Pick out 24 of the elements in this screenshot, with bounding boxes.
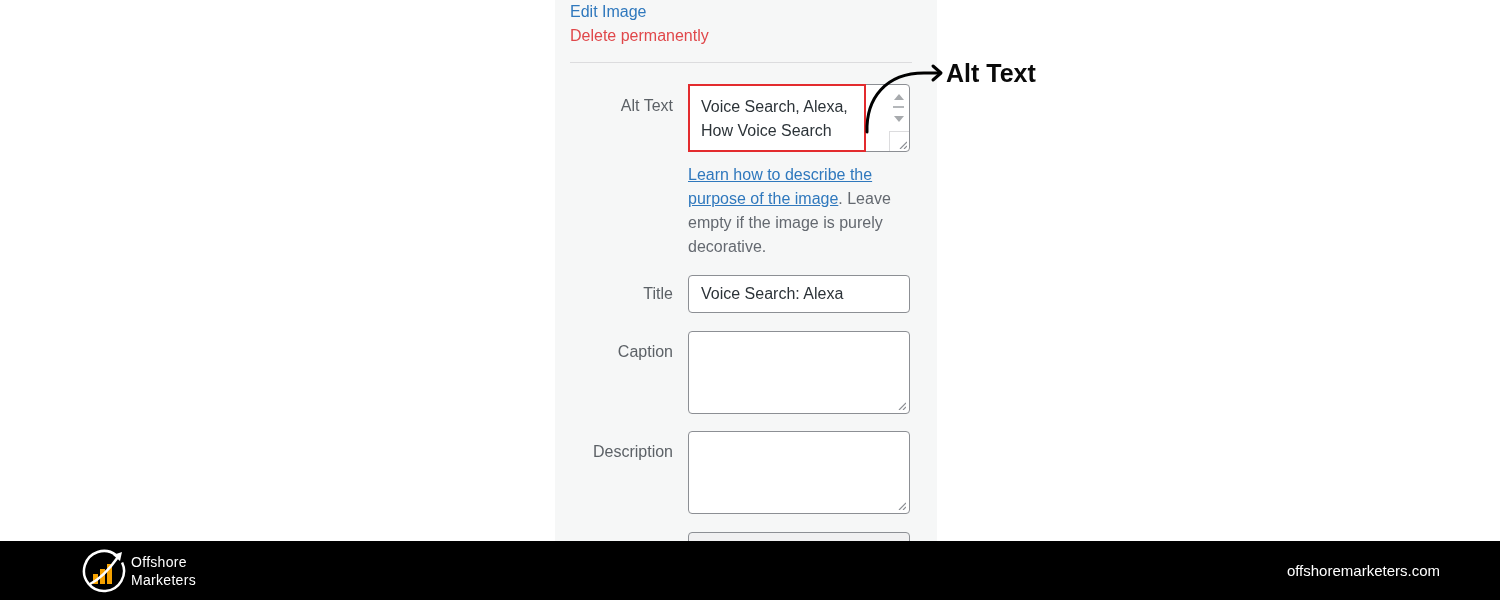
scroll-down-icon[interactable]	[893, 116, 904, 122]
website-url: offshoremarketers.com	[1286, 560, 1440, 581]
field-label: Caption	[617, 343, 673, 360]
delete-permanently-link[interactable]: Delete permanently	[570, 24, 709, 48]
text-input[interactable]: Voice Search: Alexa	[688, 275, 910, 313]
annotation-label: Alt Text	[946, 58, 1036, 88]
scroll-up-icon[interactable]	[893, 94, 904, 100]
scrollbar-thumb[interactable]	[893, 106, 904, 108]
resize-grip-icon	[898, 141, 907, 149]
field-label: Description	[592, 443, 673, 460]
help-text: Learn how to describe the purpose of the image. Leave empty if the image is purely decorative.	[688, 165, 892, 257]
resize-grip-icon	[898, 402, 906, 410]
field-label: Title	[643, 285, 673, 302]
help-link[interactable]: purpose of the image	[688, 190, 839, 207]
textarea[interactable]	[688, 331, 910, 414]
textarea[interactable]	[688, 431, 910, 514]
field-label: Alt Text	[620, 97, 673, 114]
help-link[interactable]: Learn how to describe the	[688, 166, 873, 183]
resize-grip-icon	[898, 502, 906, 510]
chart-logo-icon	[82, 548, 126, 593]
brand-name: Offshore Marketers	[131, 552, 196, 589]
edit-image-link[interactable]: Edit Image	[570, 0, 647, 24]
resize-handle[interactable]	[888, 131, 909, 151]
scrollable-textarea[interactable]: Voice Search, Alexa, How Voice Search	[688, 84, 910, 152]
